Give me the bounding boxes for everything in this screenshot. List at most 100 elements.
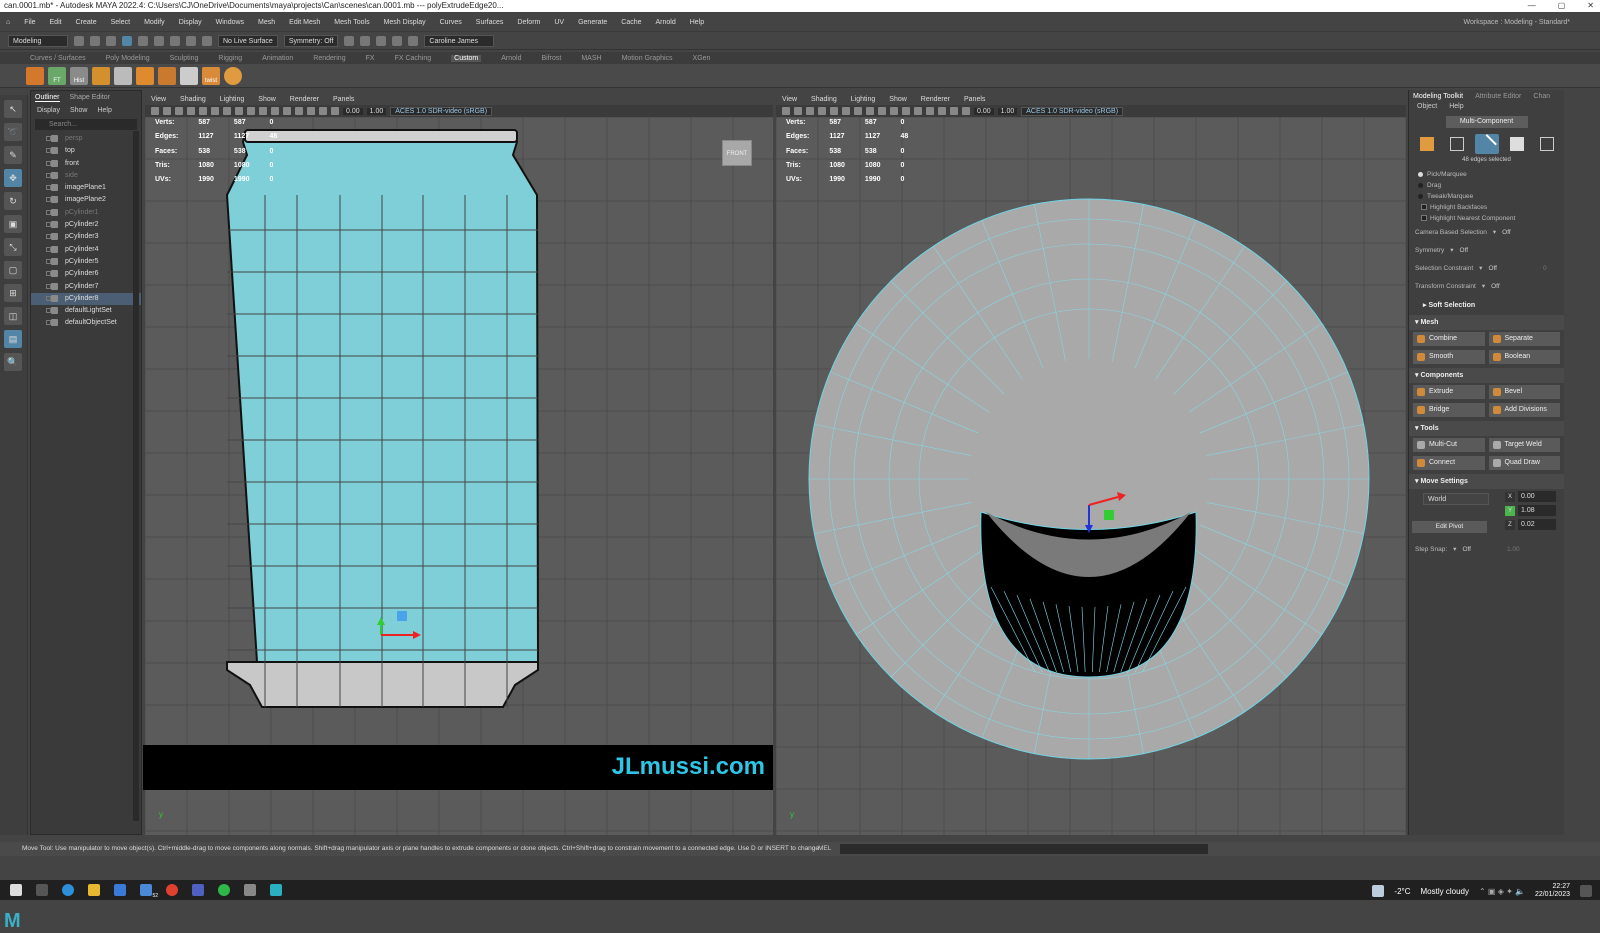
xray-icon[interactable] (331, 107, 339, 115)
shelf-tab[interactable]: Sculpting (170, 55, 199, 62)
file-explorer-icon[interactable] (88, 884, 100, 896)
image-plane-icon[interactable] (806, 107, 814, 115)
tools-section[interactable]: ▾ Tools (1409, 421, 1564, 436)
shelf-tab[interactable]: Arnold (501, 55, 521, 62)
tab-attribute-editor[interactable]: Attribute Editor (1475, 93, 1521, 100)
object-mode-button[interactable] (1415, 134, 1439, 154)
front-view-canvas[interactable]: y (145, 117, 773, 835)
layout-single-icon[interactable]: ▢ (4, 261, 22, 279)
select-hierarchy-icon[interactable] (122, 36, 132, 46)
view-cube-front[interactable]: FRONT (722, 140, 752, 166)
new-scene-icon[interactable] (74, 36, 84, 46)
hypershade-icon[interactable] (392, 36, 403, 46)
components-section[interactable]: ▾ Components (1409, 368, 1564, 383)
open-scene-icon[interactable] (90, 36, 100, 46)
mtk-menu-object[interactable]: Object (1417, 103, 1437, 110)
spotify-icon[interactable] (218, 884, 230, 896)
outliner-item[interactable]: pCylinder1 (31, 207, 141, 219)
settings-icon[interactable] (244, 884, 256, 896)
vp-menu-panels[interactable]: Panels (333, 96, 354, 103)
shelf-tab[interactable]: Poly Modeling (106, 55, 150, 62)
paint-select-icon[interactable]: ✎ (4, 146, 22, 164)
vertex-mode-button[interactable] (1445, 134, 1469, 154)
smooth-shade-icon[interactable] (271, 107, 279, 115)
maya-taskbar-icon[interactable] (270, 884, 282, 896)
menu-windows[interactable]: Windows (216, 19, 244, 26)
menu-generate[interactable]: Generate (578, 19, 607, 26)
edge-browser-icon[interactable] (62, 884, 74, 896)
bevel-button[interactable]: Bevel (1488, 385, 1560, 399)
snap-curve-icon[interactable] (154, 36, 164, 46)
mtk-menu-help[interactable]: Help (1449, 103, 1463, 110)
outliner-menu-display[interactable]: Display (37, 107, 60, 114)
combine-button[interactable]: Combine (1413, 332, 1485, 346)
top-view-canvas[interactable]: y (776, 117, 1406, 835)
image-plane-icon[interactable] (175, 107, 183, 115)
menu-surfaces[interactable]: Surfaces (476, 19, 504, 26)
camera-icon[interactable] (782, 107, 790, 115)
menu-edit[interactable]: Edit (50, 19, 62, 26)
twist-icon[interactable]: twist (202, 66, 220, 85)
select-tool-icon[interactable]: ↖ (4, 100, 22, 118)
shadows-icon[interactable] (307, 107, 315, 115)
render-settings-icon[interactable] (376, 36, 387, 46)
tray-icons[interactable]: ⌃ ▣ ◈ ✦ 🔈 (1479, 887, 1525, 896)
smooth-button[interactable]: Smooth (1413, 350, 1485, 364)
menu-cache[interactable]: Cache (621, 19, 641, 26)
outliner-item[interactable]: front (31, 158, 141, 170)
close-icon[interactable]: ✕ (1587, 0, 1594, 12)
outliner-item[interactable]: pCylinder3 (31, 231, 141, 243)
menu-mesh[interactable]: Mesh (258, 19, 275, 26)
outliner-item[interactable]: pCylinder2 (31, 219, 141, 231)
freeze-transforms-icon[interactable]: FT (48, 66, 66, 85)
vp-menu-view[interactable]: View (151, 96, 166, 103)
outliner-menu-show[interactable]: Show (70, 107, 88, 114)
last-tool-icon[interactable]: ⤡ (4, 238, 22, 256)
lights-icon[interactable] (926, 107, 934, 115)
outliner-item[interactable]: defaultLightSet (31, 305, 141, 317)
shelf-tab[interactable]: Rendering (313, 55, 345, 62)
exposure-field[interactable]: 0.00 (974, 107, 994, 115)
film-gate-icon[interactable] (199, 107, 207, 115)
drag-radio[interactable]: Drag (1409, 180, 1564, 191)
shelf-tool-icon[interactable] (26, 66, 44, 85)
tweak-marquee-radio[interactable]: Tweak/Marquee (1409, 191, 1564, 202)
shelf-tab[interactable]: Rigging (218, 55, 242, 62)
shadows-icon[interactable] (938, 107, 946, 115)
symmetry-row[interactable]: Symmetry ▾ Off (1409, 242, 1564, 260)
user-account[interactable]: Caroline James (424, 35, 495, 47)
shelf-tab[interactable]: MASH (581, 55, 601, 62)
vp-menu-shading[interactable]: Shading (811, 96, 837, 103)
menu-display[interactable]: Display (179, 19, 202, 26)
live-surface-field[interactable]: No Live Surface (218, 35, 278, 47)
color-transform-dropdown[interactable]: ACES 1.0 SDR-video (sRGB) (390, 106, 493, 116)
field-chart-icon[interactable] (235, 107, 243, 115)
exposure-field[interactable]: 0.00 (343, 107, 363, 115)
tab-shape-editor[interactable]: Shape Editor (70, 94, 110, 102)
bookmark-icon[interactable] (794, 107, 802, 115)
target-weld-button[interactable]: Target Weld (1488, 438, 1560, 452)
workspace-selector[interactable]: Workspace : Modeling - Standard* (1464, 19, 1570, 26)
outliner-item[interactable]: pCylinder7 (31, 281, 141, 293)
wireframe-icon[interactable] (890, 107, 898, 115)
vp-menu-panels[interactable]: Panels (964, 96, 985, 103)
soft-selection-section[interactable]: ▸ Soft Selection (1409, 298, 1564, 313)
snap-view-icon[interactable] (186, 36, 196, 46)
layout-outliner-icon[interactable]: ▤ (4, 330, 22, 348)
multi-component-button[interactable]: Multi-Component (1445, 116, 1528, 128)
grid-icon[interactable] (187, 107, 195, 115)
shelf-sphere-icon[interactable] (224, 66, 242, 85)
outliner-item[interactable]: side (31, 170, 141, 182)
search-icon[interactable]: 🔍 (4, 353, 22, 371)
delete-history-icon[interactable]: Hist (70, 66, 88, 85)
highlight-backfaces-checkbox[interactable]: Highlight Backfaces (1409, 202, 1564, 213)
move-z-field[interactable]: 0.02 (1518, 519, 1556, 530)
xray-icon[interactable] (962, 107, 970, 115)
highlight-nearest-checkbox[interactable]: Highlight Nearest Component (1409, 213, 1564, 224)
outliner-item[interactable]: imagePlane1 (31, 182, 141, 194)
save-scene-icon[interactable] (106, 36, 116, 46)
resolution-gate-icon[interactable] (211, 107, 219, 115)
step-snap-row[interactable]: Step Snap: ▾ Off 1.00 (1409, 541, 1564, 559)
vp-menu-show[interactable]: Show (258, 96, 276, 103)
menu-mesh-tools[interactable]: Mesh Tools (334, 19, 369, 26)
